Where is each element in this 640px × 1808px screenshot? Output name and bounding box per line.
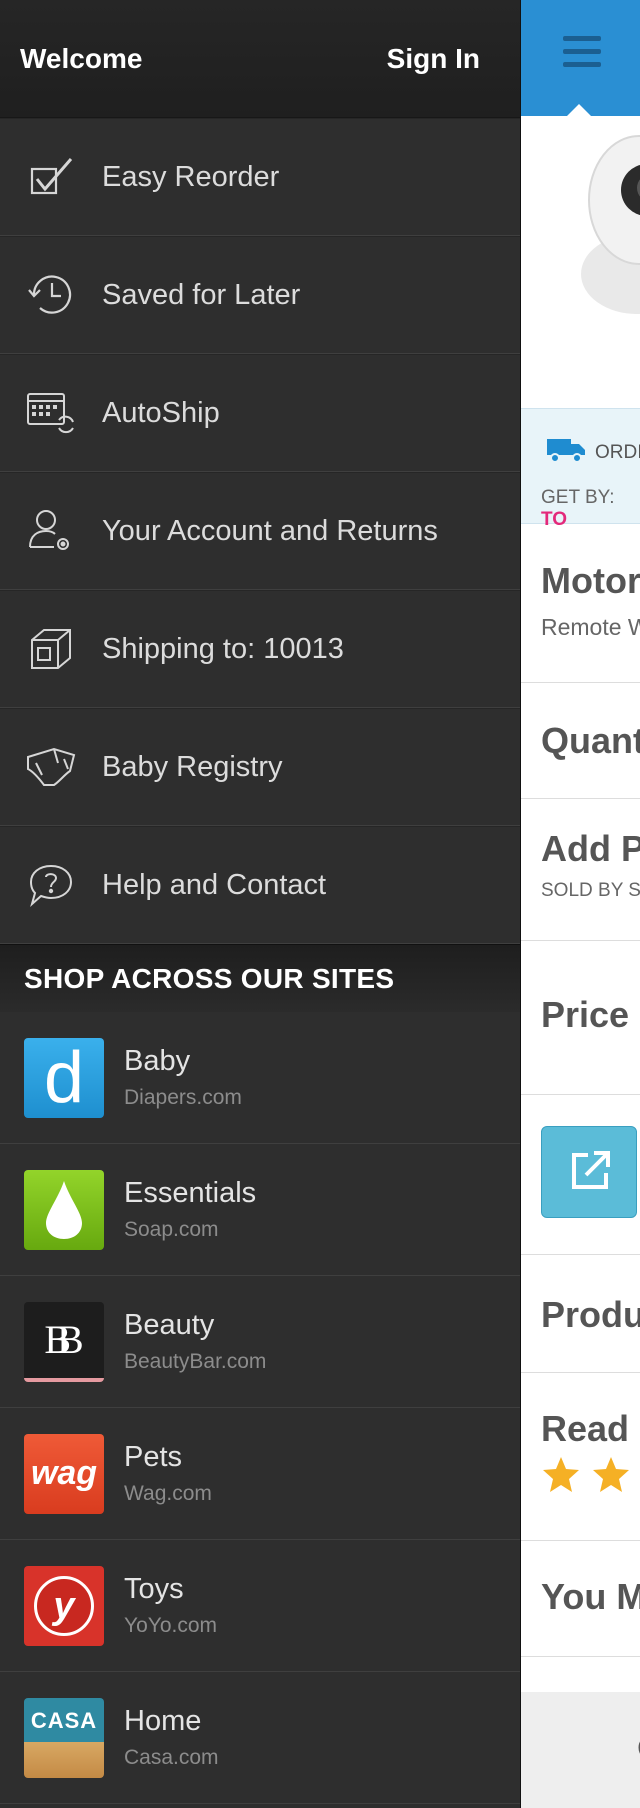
calendar-refresh-icon <box>0 390 102 436</box>
menu-item-account-returns[interactable]: Your Account and Returns <box>0 472 520 590</box>
menu-label: AutoShip <box>102 396 220 429</box>
welcome-text: Welcome <box>20 42 143 74</box>
product-subtitle: Remote W <box>541 614 640 640</box>
logo-text: CASA <box>30 1707 98 1733</box>
sign-in-link[interactable]: Sign In <box>387 43 480 75</box>
menu-label: Saved for Later <box>102 278 301 311</box>
site-item-toys[interactable]: y Toys YoYo.com <box>0 1540 520 1672</box>
hamburger-menu-icon[interactable] <box>563 36 601 75</box>
get-by-label: GET BY: <box>541 487 615 508</box>
site-domain: Diapers.com <box>124 1086 242 1109</box>
user-settings-icon <box>0 507 102 555</box>
site-domain: Soap.com <box>124 1218 219 1241</box>
product-title: Motor <box>541 560 640 601</box>
add-protection-label: Add P <box>541 828 640 869</box>
soap-drop-logo-icon <box>24 1169 104 1250</box>
ship-order-text: ORDI <box>595 442 640 463</box>
site-name: Beauty <box>124 1309 215 1341</box>
rating-stars <box>541 1455 640 1500</box>
site-domain: BeautyBar.com <box>124 1350 267 1373</box>
quantity-label: Quant <box>541 720 640 761</box>
diaper-icon <box>0 745 102 789</box>
box-icon <box>0 626 102 672</box>
site-domain: Casa.com <box>124 1746 219 1769</box>
site-domain: Wag.com <box>124 1482 212 1505</box>
logo-text: BB <box>44 1317 83 1362</box>
sold-by-label: SOLD BY S <box>541 880 640 901</box>
site-domain: YoYo.com <box>124 1614 218 1637</box>
menu-item-baby-registry[interactable]: Baby Registry <box>0 708 520 826</box>
product-title-section <box>521 522 640 683</box>
menu-label: Help and Contact <box>102 868 327 901</box>
menu-item-help-contact[interactable]: Help and Contact <box>0 826 520 944</box>
logo-text: y <box>53 1584 75 1627</box>
truck-icon <box>547 439 585 463</box>
logo-text: d <box>43 1037 85 1118</box>
site-item-essentials[interactable]: Essentials Soap.com <box>0 1144 520 1276</box>
you-may-like-label: You M <box>541 1576 640 1617</box>
menu-label: Your Account and Returns <box>102 514 438 547</box>
site-name: Pets <box>124 1441 183 1473</box>
menu-item-saved-for-later[interactable]: Saved for Later <box>0 236 520 354</box>
menu-item-shipping[interactable]: Shipping to: 10013 <box>0 590 520 708</box>
casa-logo-icon: CASA <box>24 1697 104 1778</box>
menu-label: Baby Registry <box>102 750 283 783</box>
read-reviews-label: Read <box>541 1408 630 1449</box>
beautybar-logo-icon: BB <box>24 1301 104 1382</box>
site-name: Baby <box>124 1045 191 1077</box>
logo-text: wag <box>30 1454 98 1492</box>
product-page[interactable]: ORDI GET BY: TO Motor Remote W Quant Add… <box>520 0 640 1808</box>
product-details-label: Produ <box>541 1294 640 1335</box>
share-section <box>521 1094 640 1255</box>
site-name: Essentials <box>124 1177 257 1209</box>
star-icon <box>593 1457 629 1492</box>
menu-item-easy-reorder[interactable]: Easy Reorder <box>0 118 520 236</box>
history-clock-icon <box>0 272 102 318</box>
menu-label: Shipping to: 10013 <box>102 632 344 665</box>
shop-sites-heading: SHOP ACROSS OUR SITES <box>0 944 520 1012</box>
wag-logo-icon: wag <box>24 1433 104 1514</box>
page-footer: C <box>521 1692 640 1808</box>
checkbox-icon <box>0 155 102 199</box>
diapers-logo-icon: d <box>24 1037 104 1118</box>
site-name: Toys <box>124 1573 184 1605</box>
menu-item-autoship[interactable]: AutoShip <box>0 354 520 472</box>
help-bubble-icon <box>0 862 102 908</box>
section-title: SHOP ACROSS OUR SITES <box>24 962 395 994</box>
site-item-baby[interactable]: d Baby Diapers.com <box>0 1012 520 1144</box>
site-item-home[interactable]: CASA Home Casa.com <box>0 1672 520 1804</box>
top-bar <box>521 0 640 118</box>
site-name: Home <box>124 1705 202 1737</box>
yoyo-logo-icon: y <box>24 1565 104 1646</box>
nav-drawer: Welcome Sign In Easy Reorder Saved for L… <box>0 0 520 1808</box>
menu-label: Easy Reorder <box>102 160 280 193</box>
site-item-beauty[interactable]: BB Beauty BeautyBar.com <box>0 1276 520 1408</box>
star-icon <box>543 1457 579 1492</box>
drawer-header: Welcome Sign In <box>0 0 520 118</box>
site-item-pets[interactable]: wag Pets Wag.com <box>0 1408 520 1540</box>
price-label: Price <box>541 994 630 1035</box>
product-image[interactable] <box>577 124 640 334</box>
